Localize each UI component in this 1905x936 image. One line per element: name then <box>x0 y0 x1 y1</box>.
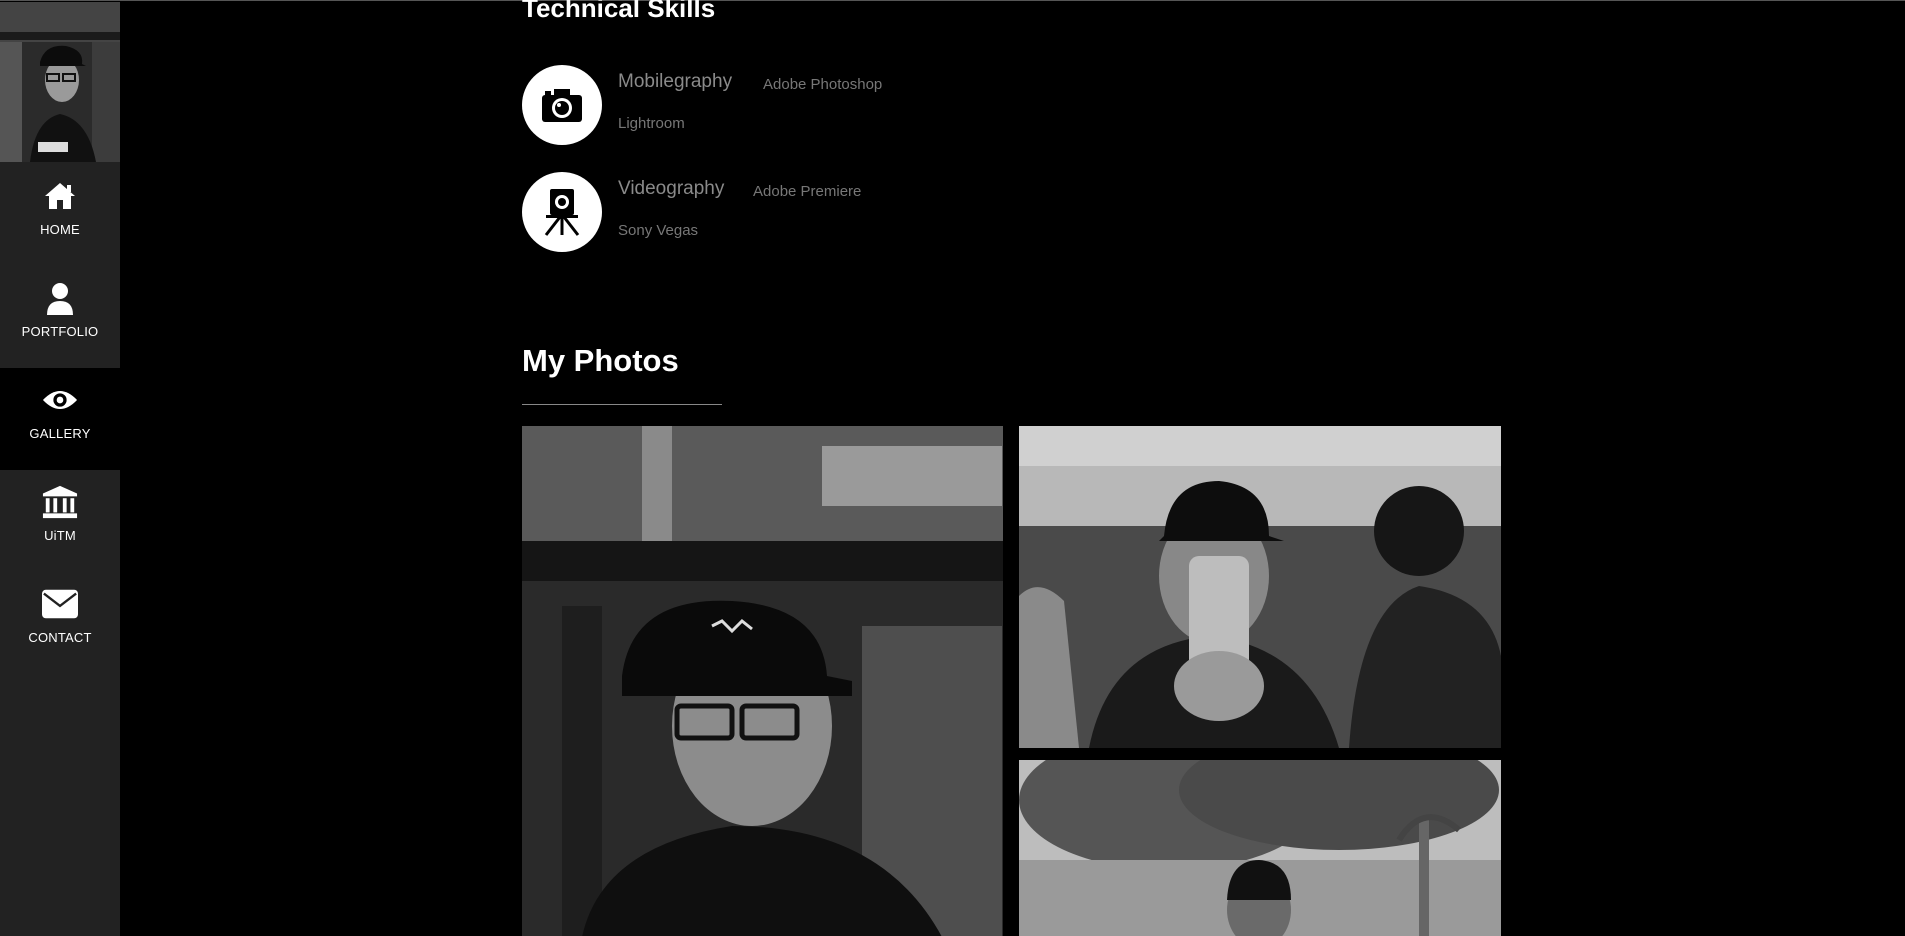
skill-name: Mobilegraphy <box>618 71 733 92</box>
home-icon <box>42 178 78 214</box>
gallery-photo[interactable] <box>522 426 1003 936</box>
video-camera-tripod-icon <box>522 172 602 252</box>
gallery-photo[interactable] <box>1019 426 1501 748</box>
nav-portfolio[interactable]: PORTFOLIO <box>0 266 120 368</box>
sidebar: HOME PORTFOLIO GALLERY UiTM CONTACT <box>0 2 120 936</box>
nav-home-label: HOME <box>40 222 80 237</box>
user-icon <box>42 280 78 316</box>
institution-icon <box>42 484 78 520</box>
nav-uitm-label: UiTM <box>44 528 76 543</box>
skill-name: Videography <box>618 178 725 199</box>
nav-gallery[interactable]: GALLERY <box>0 368 120 470</box>
skill-tool: Lightroom <box>618 115 685 132</box>
camera-icon <box>522 65 602 145</box>
skill-tool: Adobe Photoshop <box>763 76 883 93</box>
nav-portfolio-label: PORTFOLIO <box>21 324 99 339</box>
skill-tool: Sony Vegas <box>618 222 699 239</box>
gallery-photo[interactable] <box>1019 760 1501 936</box>
skill-mobilegraphy: Mobilegraphy Adobe Photoshop Lightroom <box>522 65 1122 155</box>
my-photos-heading: My Photos <box>522 343 679 378</box>
skill-videography: Videography Adobe Premiere Sony Vegas <box>522 172 1122 262</box>
nav-gallery-label: GALLERY <box>29 426 91 441</box>
nav-contact-label: CONTACT <box>28 630 92 645</box>
nav-home[interactable]: HOME <box>0 164 120 266</box>
nav-contact[interactable]: CONTACT <box>0 572 120 674</box>
technical-skills-heading: Technical Skills <box>522 0 716 23</box>
eye-icon <box>42 382 78 418</box>
heading-divider <box>522 404 722 405</box>
nav-uitm[interactable]: UiTM <box>0 470 120 572</box>
envelope-icon <box>42 586 78 622</box>
skill-tool: Adobe Premiere <box>753 183 862 200</box>
profile-avatar <box>0 2 120 162</box>
